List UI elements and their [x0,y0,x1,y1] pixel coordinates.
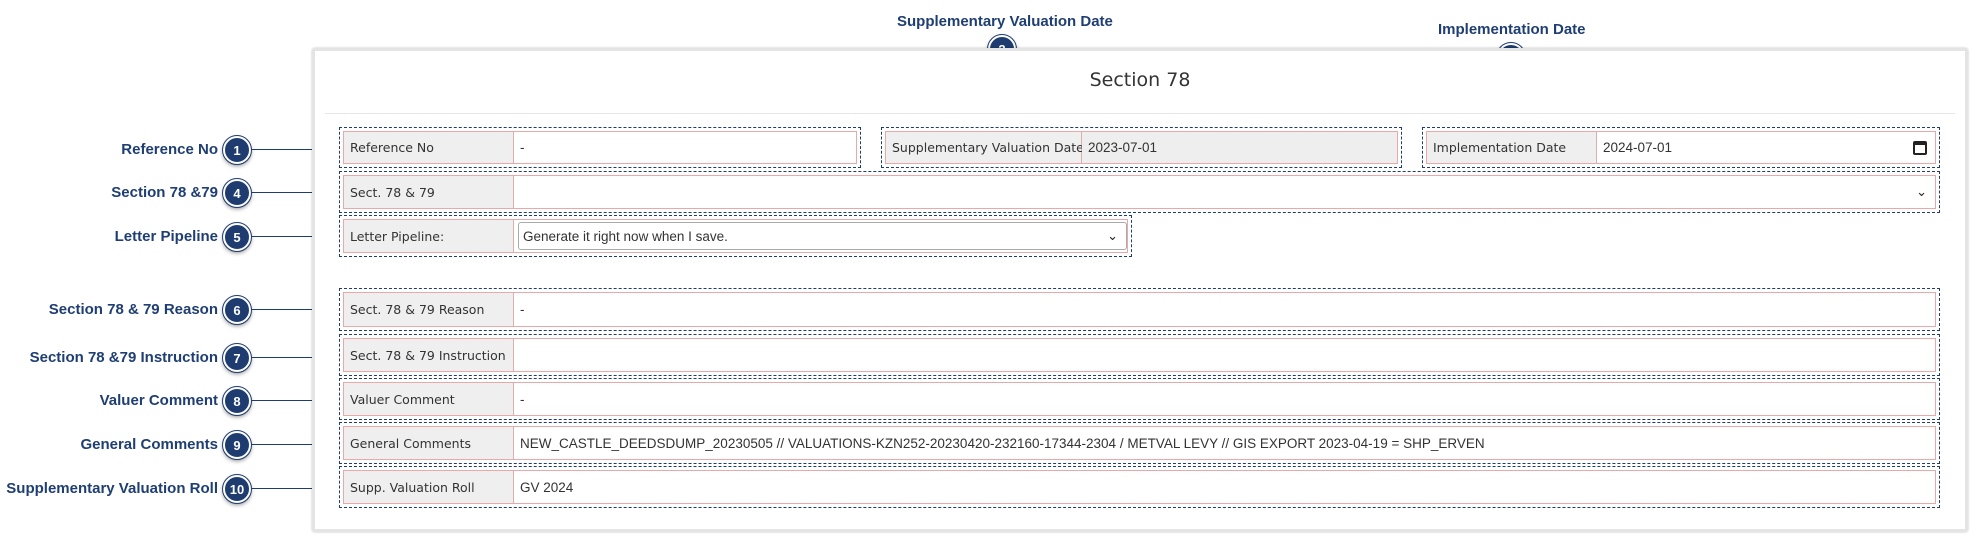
letter-pipeline-select[interactable]: Generate it right now when I save. ⌄ [518,222,1127,250]
callout-label-supp-valuation-date: Supplementary Valuation Date [897,13,1113,30]
general-comments-label: General Comments [344,427,514,459]
callout-badge-1: 1 [222,135,252,165]
callout-label-section-78-79: Section 78 &79 [111,184,218,201]
general-comments-field: General Comments NEW_CASTLE_DEEDSDUMP_20… [339,422,1940,464]
callout-label-instruction: Section 78 &79 Instruction [29,349,218,366]
sect-78-79-select[interactable]: ⌄ [514,176,1935,208]
callout-label-reference-no: Reference No [121,141,218,158]
callout-badge-7: 7 [222,343,252,373]
annotated-screenshot: Reference No 1 Section 78 &79 4 Letter P… [0,0,1976,537]
valuer-comment-field: Valuer Comment - [339,378,1940,420]
supp-valuation-roll-input[interactable]: GV 2024 [514,471,1935,503]
implementation-date-field: Implementation Date 2024-07-01 [1422,127,1940,168]
reason-field: Sect. 78 & 79 Reason - [339,288,1940,331]
implementation-date-label: Implementation Date [1427,132,1597,163]
letter-pipeline-cell: Generate it right now when I save. ⌄ [514,220,1127,252]
letter-pipeline-selected: Generate it right now when I save. [523,228,728,244]
callout-label-general-comments: General Comments [80,436,218,453]
calendar-icon[interactable] [1913,140,1927,155]
callout-badge-6: 6 [222,295,252,325]
callout-label-reason: Section 78 & 79 Reason [48,301,218,318]
reason-label: Sect. 78 & 79 Reason [344,293,514,326]
valuer-comment-label: Valuer Comment [344,383,514,415]
general-comments-input[interactable]: NEW_CASTLE_DEEDSDUMP_20230505 // VALUATI… [514,427,1935,459]
callout-badge-10: 10 [222,474,252,504]
instruction-field: Sect. 78 & 79 Instruction [339,334,1940,376]
callout-label-implementation-date: Implementation Date [1438,21,1586,38]
panel-title: Section 78 [1089,69,1191,91]
callout-badge-4: 4 [222,178,252,208]
callout-label-letter-pipeline: Letter Pipeline [114,228,218,245]
supp-valuation-date-input: 2023-07-01 [1082,132,1397,163]
title-divider [325,113,1955,114]
callout-label-supp-valuation-roll: Supplementary Valuation Roll [6,480,218,497]
chevron-down-icon: ⌄ [1107,228,1118,243]
implementation-date-input[interactable]: 2024-07-01 [1597,132,1935,163]
callout-badge-8: 8 [222,386,252,416]
sect-78-79-field: Sect. 78 & 79 ⌄ [339,171,1940,213]
reference-no-label: Reference No [344,132,514,163]
letter-pipeline-label: Letter Pipeline: [344,220,514,252]
reason-input[interactable]: - [514,293,1935,326]
supp-valuation-date-field: Supplementary Valuation Date 2023-07-01 [881,127,1402,168]
chevron-down-icon: ⌄ [1916,184,1927,199]
callout-badge-5: 5 [222,222,252,252]
reference-no-field: Reference No - [339,127,861,168]
sect-78-79-label: Sect. 78 & 79 [344,176,514,208]
reference-no-input[interactable]: - [514,132,856,163]
instruction-input[interactable] [514,339,1935,371]
implementation-date-value: 2024-07-01 [1603,140,1673,155]
callout-badge-9: 9 [222,430,252,460]
letter-pipeline-field: Letter Pipeline: Generate it right now w… [339,215,1132,257]
callout-label-valuer-comment: Valuer Comment [99,392,218,409]
supp-valuation-date-label: Supplementary Valuation Date [886,132,1084,163]
supp-valuation-roll-label: Supp. Valuation Roll [344,471,514,503]
instruction-label: Sect. 78 & 79 Instruction [344,339,514,371]
valuer-comment-input[interactable]: - [514,383,1935,415]
supp-valuation-roll-field: Supp. Valuation Roll GV 2024 [339,466,1940,508]
